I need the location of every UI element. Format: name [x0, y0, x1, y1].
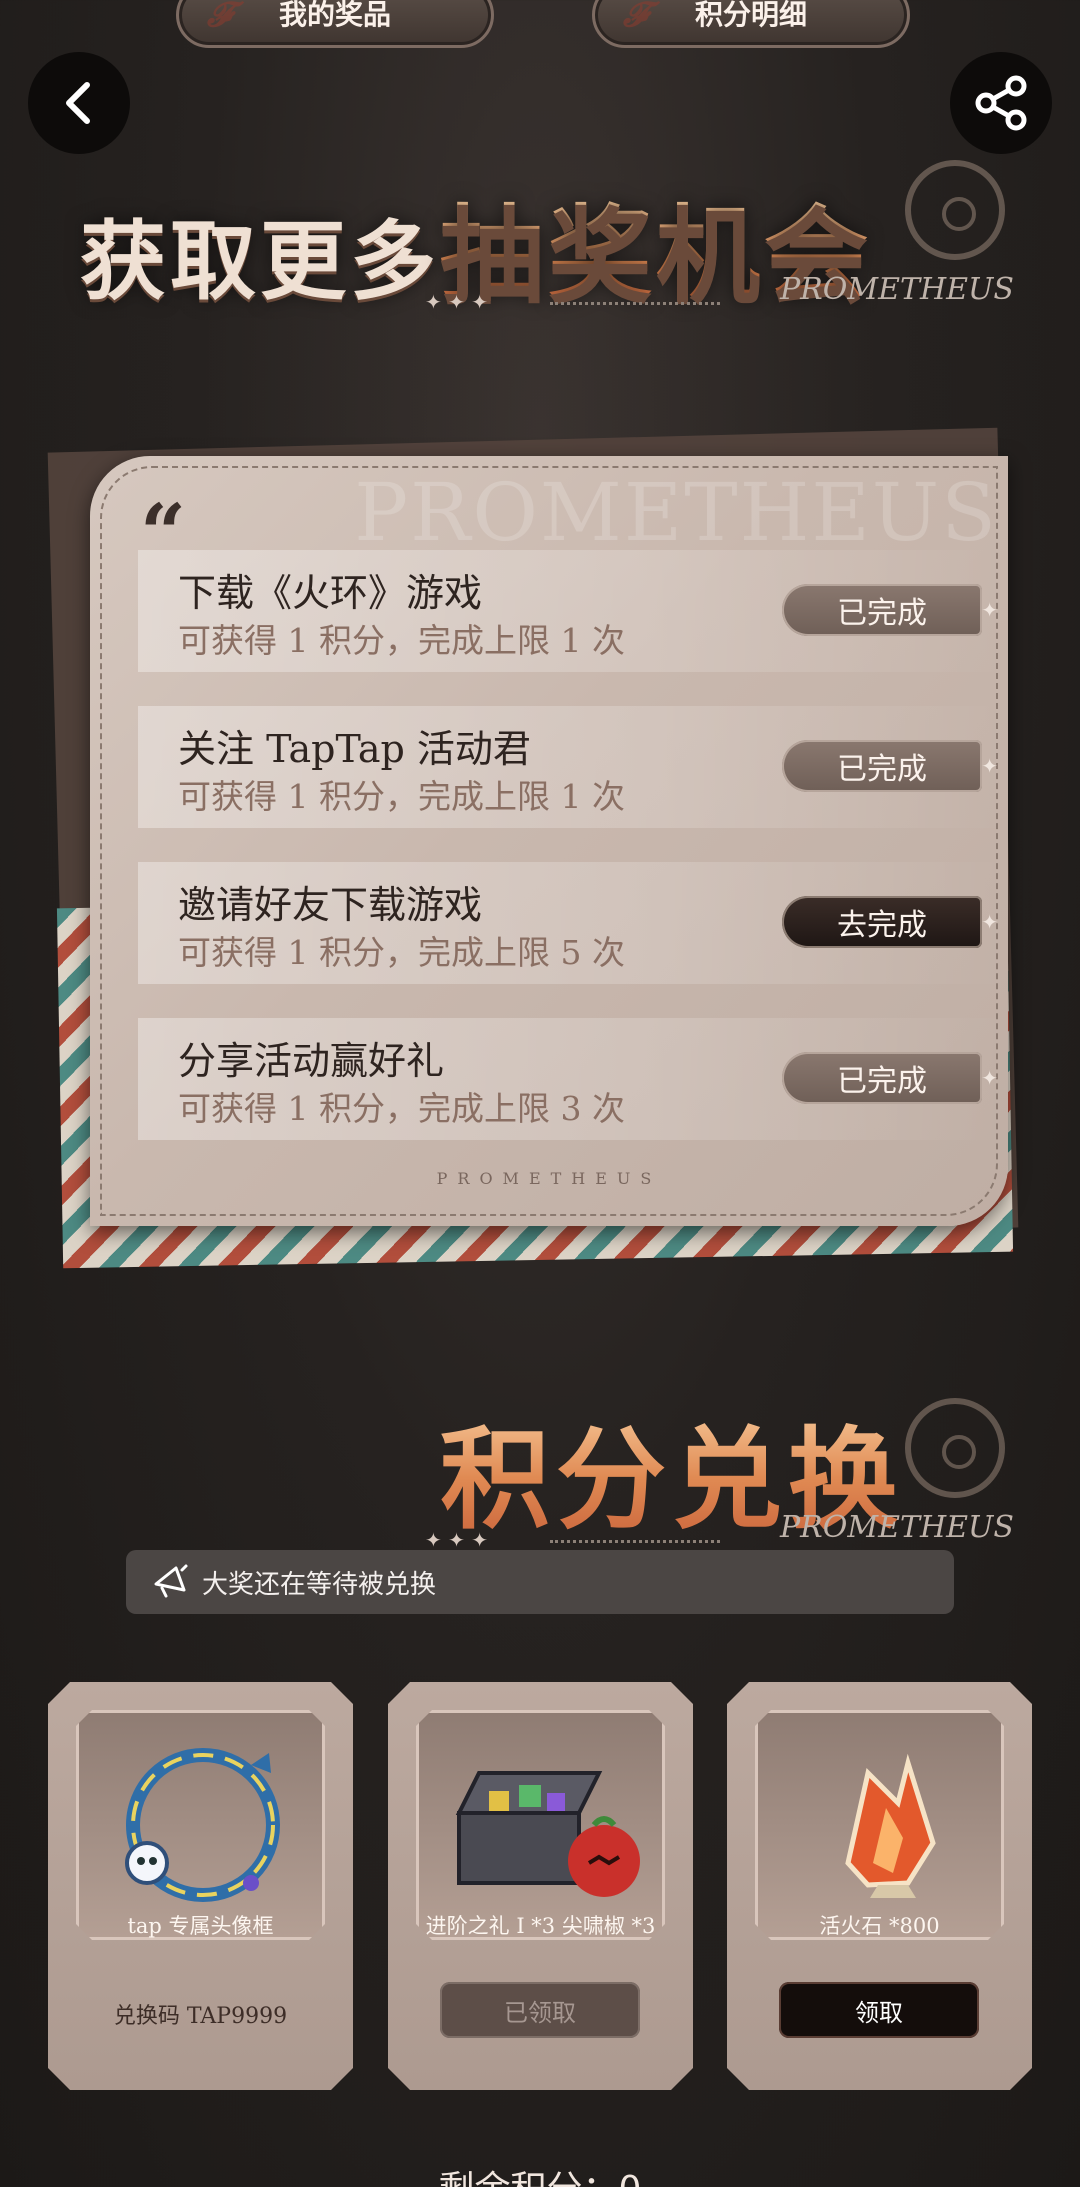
claim-button-label: 已领取: [504, 1998, 576, 2027]
tab-decoration: 𝓕: [623, 0, 649, 35]
tab-label: 我的奖品: [278, 0, 391, 31]
sparkle-icon: ✦: [981, 1066, 998, 1090]
avatar-frame-icon: [79, 1713, 328, 1943]
heading-part1: 获取更多: [80, 211, 440, 312]
task-button-label: 已完成: [837, 1064, 927, 1099]
reward-image-frame: [755, 1710, 1004, 1940]
task-done-button[interactable]: 已完成 ✦: [782, 584, 998, 636]
tab-decoration: 𝓕: [207, 0, 233, 35]
task-done-button[interactable]: 已完成 ✦: [782, 740, 998, 792]
tab-my-prizes[interactable]: 𝓕 我的奖品: [176, 0, 494, 48]
task-card: PROMETHEUS “ 下载《火环》游戏 可获得 1 积分，完成上限 1 次 …: [90, 456, 1008, 1226]
sparkle-icon: ✦: [981, 598, 998, 622]
divider: [550, 302, 720, 305]
notice-bar: 大奖还在等待被兑换: [126, 1550, 954, 1614]
back-button[interactable]: [28, 52, 130, 154]
task-row: 分享活动赢好礼 可获得 1 积分，完成上限 3 次 已完成 ✦: [138, 1018, 1008, 1140]
treasure-chest-icon: [419, 1713, 668, 1943]
share-button[interactable]: [950, 52, 1052, 154]
sparkle-icon: ✦ ✦ ✦: [425, 290, 488, 314]
reward-name: tap 专属头像框: [127, 1914, 274, 1938]
task-title: 分享活动赢好礼: [178, 1039, 445, 1083]
task-button-label: 去完成: [837, 908, 927, 943]
claim-button-label: 领取: [855, 1998, 903, 2027]
megaphone-icon: [154, 1564, 188, 1598]
sparkle-icon: ✦: [981, 910, 998, 934]
task-button-label: 已完成: [837, 596, 927, 631]
task-subtitle: 可获得 1 积分，完成上限 1 次: [178, 621, 625, 660]
claimed-button[interactable]: 已领取: [440, 1982, 640, 2038]
remaining-points: 剩余积分：0: [0, 2160, 1080, 2187]
reward-image-frame: [416, 1710, 665, 1940]
tab-points-detail[interactable]: 𝓕 积分明细: [592, 0, 910, 48]
task-row: 邀请好友下载游戏 可获得 1 积分，完成上限 5 次 去完成 ✦: [138, 862, 1008, 984]
card-watermark: PROMETHEUS: [354, 466, 998, 559]
task-subtitle: 可获得 1 积分，完成上限 1 次: [178, 777, 625, 816]
task-title: 关注 TapTap 活动君: [178, 727, 531, 771]
reward-card: tap 专属头像框 兑换码 TAP9999: [48, 1682, 353, 2090]
task-row: 关注 TapTap 活动君 可获得 1 积分，完成上限 1 次 已完成 ✦: [138, 706, 1008, 828]
task-go-button[interactable]: 去完成 ✦: [782, 896, 998, 948]
reward-name: 活火石 *800: [819, 1914, 940, 1938]
share-icon: [975, 75, 1027, 131]
gear-decoration-icon: [905, 1398, 1005, 1498]
brand-text: PROMETHEUS: [780, 272, 1014, 307]
divider: [550, 1540, 720, 1543]
reward-card: 进阶之礼 I *3 尖啸椒 *3 已领取: [388, 1682, 693, 2090]
task-title: 下载《火环》游戏: [178, 571, 483, 615]
reward-card: 活火石 *800 领取: [727, 1682, 1032, 2090]
sparkle-icon: ✦: [981, 754, 998, 778]
task-button-label: 已完成: [837, 752, 927, 787]
fire-crystal-icon: [758, 1713, 1007, 1943]
redeem-code: 兑换码 TAP9999: [113, 2004, 288, 2029]
tab-label: 积分明细: [694, 0, 807, 31]
reward-name: 进阶之礼 I *3 尖啸椒 *3: [425, 1914, 656, 1938]
task-subtitle: 可获得 1 积分，完成上限 3 次: [178, 1089, 625, 1128]
task-subtitle: 可获得 1 积分，完成上限 5 次: [178, 933, 625, 972]
reward-image-frame: [76, 1710, 325, 1940]
task-title: 邀请好友下载游戏: [178, 883, 483, 927]
card-footer-brand: PROMETHEUS: [436, 1169, 662, 1188]
chevron-left-icon: [66, 82, 90, 124]
claim-button[interactable]: 领取: [779, 1982, 979, 2038]
sparkle-icon: ✦ ✦ ✦: [425, 1528, 488, 1552]
notice-text: 大奖还在等待被兑换: [202, 1569, 437, 1600]
task-row: 下载《火环》游戏 可获得 1 积分，完成上限 1 次 已完成 ✦: [138, 550, 1008, 672]
brand-text: PROMETHEUS: [780, 1510, 1014, 1545]
task-done-button[interactable]: 已完成 ✦: [782, 1052, 998, 1104]
